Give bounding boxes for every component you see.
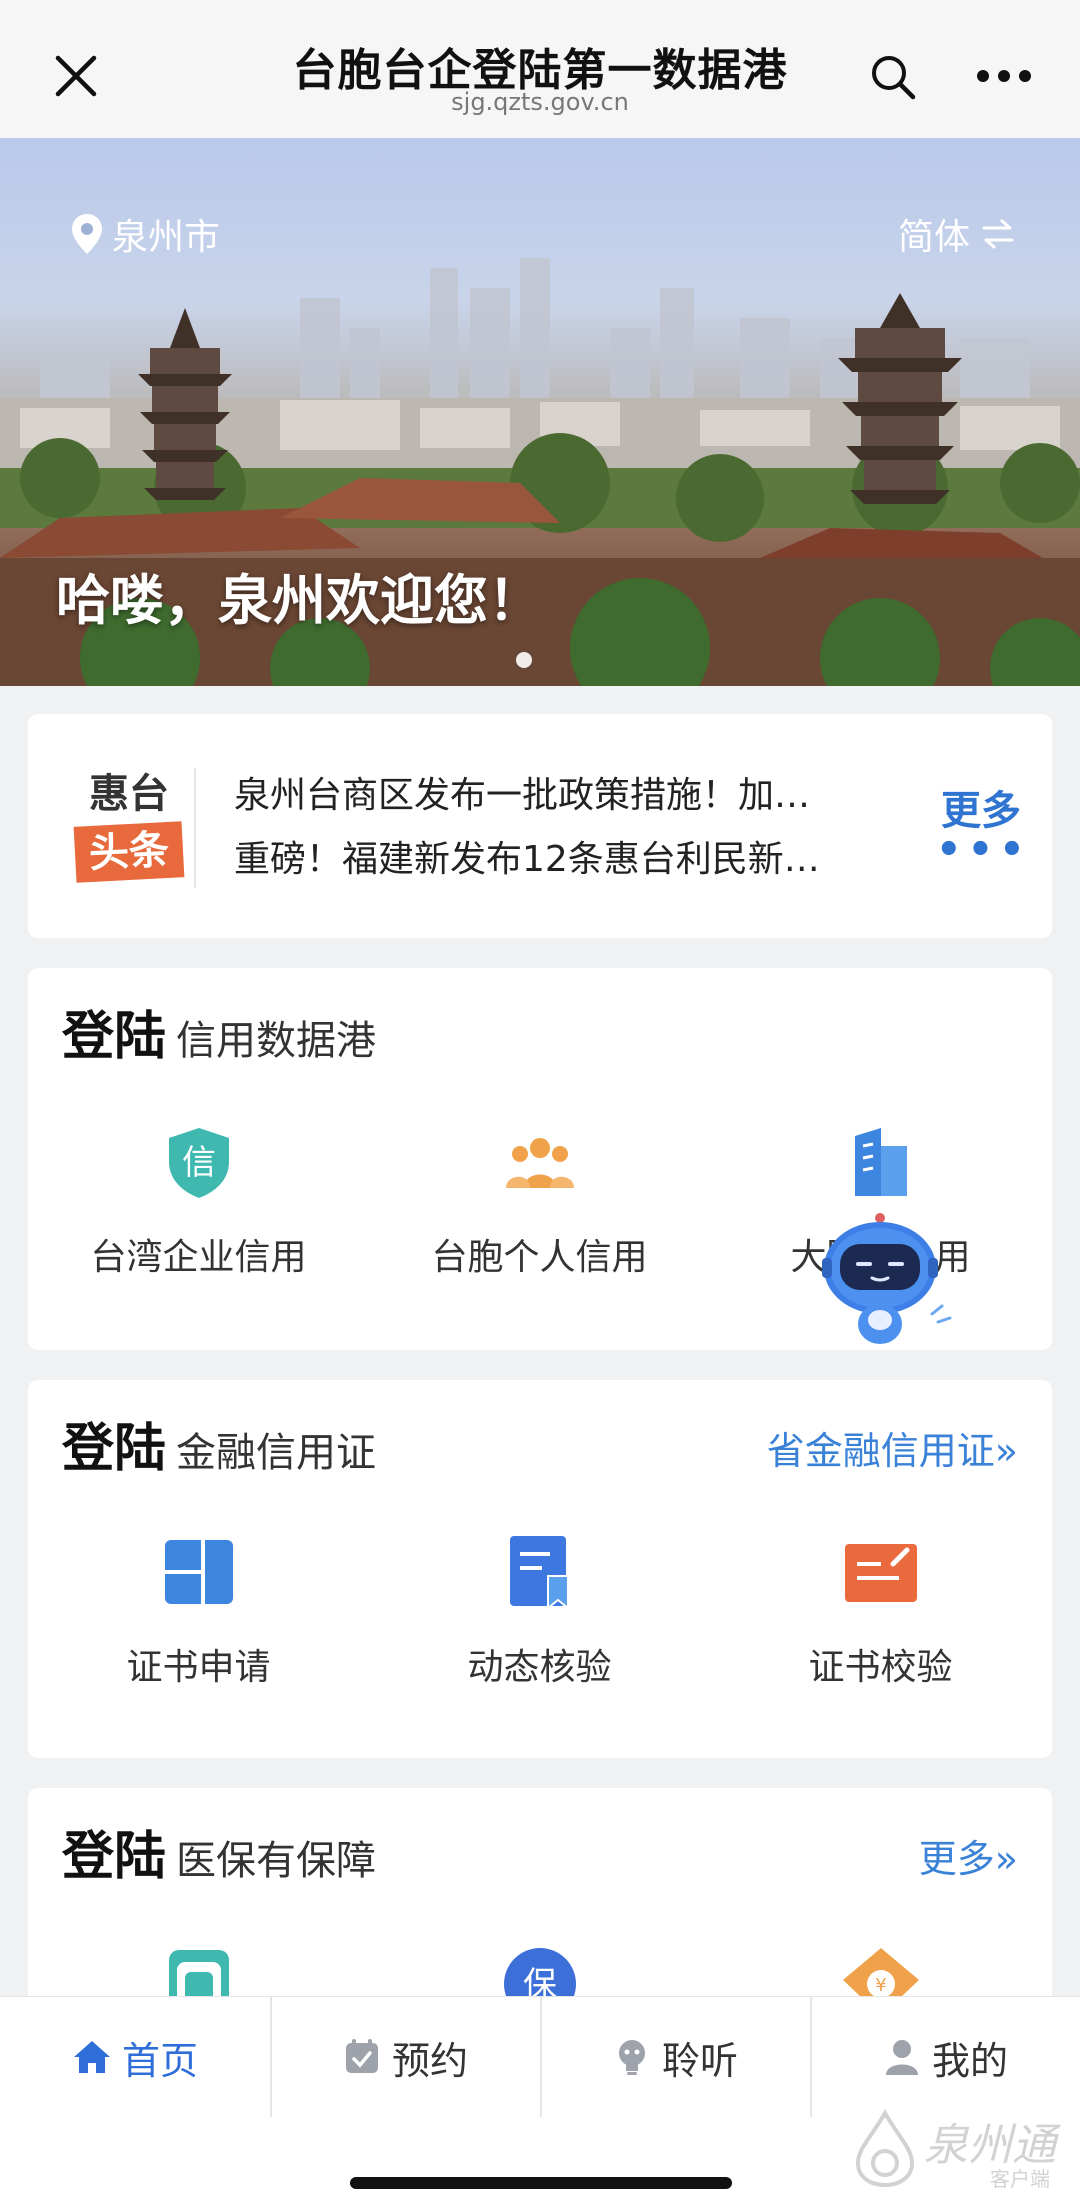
calendar-check-icon: [345, 2039, 378, 2073]
service-grid: 证书申请 动态核验 证书校验: [28, 1532, 1052, 1690]
location-pin-icon: [72, 214, 102, 254]
news-headline[interactable]: 重磅！福建新发布12条惠台利民新…: [234, 830, 854, 882]
layout-grid-icon: [164, 1540, 233, 1604]
people-group-icon: [505, 1138, 574, 1188]
home-indicator: [350, 2177, 732, 2189]
finance-credit-section: 登陆 金融信用证 省金融信用证» 证书申请 动态核验 证书校验: [28, 1380, 1052, 1758]
medical-more-link[interactable]: 更多»: [919, 1828, 1018, 1883]
section-title: 登陆 医保有保障: [62, 1814, 376, 1889]
watermark-icon: [855, 2109, 915, 2188]
more-dots-icon[interactable]: [976, 68, 1032, 84]
more-dots-icon: •••: [936, 827, 1031, 873]
location-label: 泉州市: [112, 217, 221, 258]
section-title-sub: 信用数据港: [176, 1018, 377, 1064]
divider: [194, 768, 196, 888]
section-title: 登陆 信用数据港: [62, 994, 376, 1069]
watermark-sub: 客户端: [990, 2167, 1050, 2191]
watermark-logo: 泉州通 客户端: [850, 2109, 1060, 2191]
tab-label: 我的: [931, 2038, 1008, 2083]
service-label: 动态核验: [467, 1647, 612, 1688]
building-icon: [854, 1128, 907, 1196]
swap-arrows-icon: [982, 219, 1014, 249]
section-title-main: 登陆: [62, 1419, 167, 1479]
service-label: 台湾企业信用: [90, 1237, 307, 1278]
section-title: 登陆 金融信用证: [62, 1406, 376, 1481]
news-badge: 惠台 头条: [54, 770, 204, 883]
news-badge-bottom: 头条: [73, 821, 185, 883]
news-badge-top: 惠台: [89, 771, 169, 817]
tab-mine[interactable]: 我的: [810, 1997, 1080, 2117]
language-label: 简体: [897, 217, 970, 258]
city-banner[interactable]: 泉州市 简体 哈喽，泉州欢迎您！: [0, 138, 1080, 686]
service-label: 证书申请: [126, 1647, 271, 1688]
svg-text:信: 信: [182, 1143, 216, 1183]
news-headline[interactable]: 泉州台商区发布一批政策措施！加…: [234, 766, 854, 818]
home-icon: [73, 2041, 110, 2073]
tab-listen[interactable]: 聆听: [540, 1997, 810, 2117]
tab-label: 首页: [121, 2038, 198, 2083]
lightbulb-icon: [618, 2040, 645, 2075]
section-title-sub: 金融信用证: [176, 1430, 377, 1476]
certificate-edit-icon: [844, 1544, 917, 1602]
bottom-tab-bar: 首页 预约 聆听 我的 泉州通 客户端: [0, 1996, 1080, 2211]
language-toggle[interactable]: 简体: [898, 208, 1016, 260]
service-certificate-check[interactable]: 证书校验: [710, 1532, 1051, 1690]
page-url: sjg.qzts.gov.cn: [451, 88, 629, 116]
user-icon: [885, 2040, 918, 2075]
carousel-indicator: [516, 652, 532, 668]
service-dynamic-verify[interactable]: 动态核验: [369, 1532, 710, 1690]
tab-label: 聆听: [661, 2038, 738, 2083]
robot-assistant-icon[interactable]: [818, 1208, 968, 1358]
service-taiwan-enterprise-credit[interactable]: 信 台湾企业信用: [28, 1122, 369, 1280]
service-label: 台胞个人信用: [431, 1237, 648, 1278]
service-compatriot-personal-credit[interactable]: 台胞个人信用: [369, 1122, 710, 1280]
tab-home[interactable]: 首页: [0, 1997, 270, 2117]
tab-label: 预约: [391, 2038, 468, 2083]
search-icon[interactable]: [868, 52, 918, 102]
service-certificate-apply[interactable]: 证书申请: [28, 1532, 369, 1690]
credit-shield-icon: 信: [168, 1128, 229, 1198]
service-label: 证书校验: [808, 1647, 953, 1688]
banner-welcome-text: 哈喽，泉州欢迎您！: [56, 569, 542, 632]
news-more-button[interactable]: 更多 •••: [936, 778, 1031, 873]
section-title-main: 登陆: [62, 1007, 167, 1067]
section-title-sub: 医保有保障: [176, 1838, 377, 1884]
svg-text:¥: ¥: [875, 1975, 886, 1996]
provincial-finance-link[interactable]: 省金融信用证»: [767, 1420, 1018, 1475]
news-headlines-card: 惠台 头条 泉州台商区发布一批政策措施！加… 重磅！福建新发布12条惠台利民新……: [28, 714, 1052, 938]
medical-insurance-section: 登陆 医保有保障 更多» 保 ¥: [28, 1788, 1052, 2028]
top-nav-bar: 台胞台企登陆第一数据港 sjg.qzts.gov.cn: [0, 0, 1080, 138]
section-title-main: 登陆: [62, 1827, 167, 1887]
location-selector[interactable]: 泉州市: [70, 208, 220, 260]
tab-appointment[interactable]: 预约: [270, 1997, 540, 2117]
document-bookmark-icon: [509, 1536, 569, 1611]
